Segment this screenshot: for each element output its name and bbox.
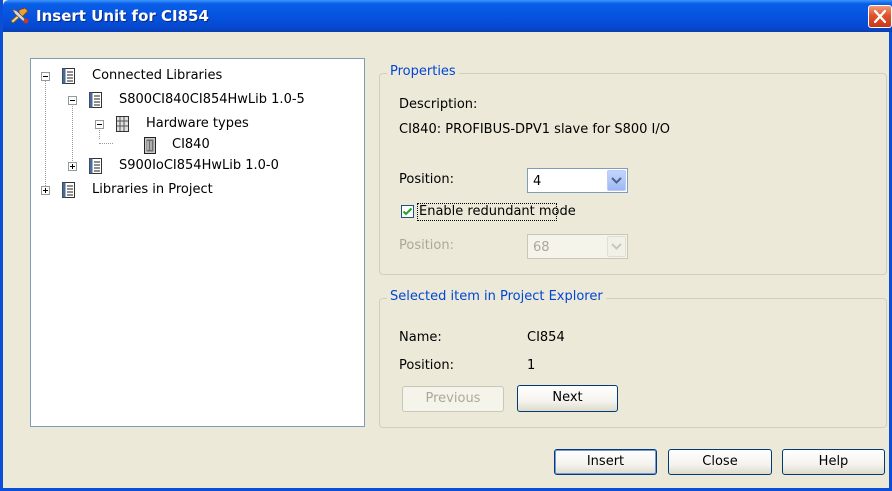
position-select-value: 4 <box>533 174 542 189</box>
tree-item-label: Connected Libraries <box>92 68 223 83</box>
expand-icon[interactable] <box>68 162 77 171</box>
tree-item-ci840[interactable]: CI840 <box>31 136 361 154</box>
tree-item-label: CI840 <box>172 137 210 152</box>
redundant-mode-label[interactable]: Enable redundant mode <box>419 204 576 219</box>
title-bar[interactable]: Insert Unit for CI854 <box>3 0 892 32</box>
collapse-icon[interactable] <box>95 120 104 129</box>
expand-icon[interactable] <box>41 186 50 195</box>
library-tree[interactable]: Connected Libraries S800CI840CI854HwLib … <box>30 58 365 427</box>
redundant-position-select[interactable]: 68 <box>527 234 628 259</box>
properties-legend: Properties <box>387 64 459 79</box>
tree-item-s900-lib[interactable]: S900IoCI854HwLib 1.0-0 <box>31 157 361 175</box>
window-title: Insert Unit for CI854 <box>36 7 209 25</box>
close-icon <box>874 10 886 23</box>
hardware-types-icon <box>116 116 129 132</box>
chevron-down-icon <box>607 236 626 257</box>
selected-position-value: 1 <box>527 358 536 373</box>
position-select[interactable]: 4 <box>527 168 628 193</box>
collapse-icon[interactable] <box>41 72 50 81</box>
tree-item-label: S900IoCI854HwLib 1.0-0 <box>119 158 279 173</box>
selected-item-legend: Selected item in Project Explorer <box>387 289 606 304</box>
insert-unit-dialog: Insert Unit for CI854 Connected Librarie… <box>0 0 892 491</box>
position-label: Position: <box>399 172 454 187</box>
close-button[interactable]: Close <box>668 449 772 475</box>
library-icon <box>89 92 102 108</box>
tree-item-label: Hardware types <box>146 116 249 131</box>
tree-item-label: S800CI840CI854HwLib 1.0-5 <box>119 92 305 107</box>
redundant-mode-checkbox[interactable] <box>401 205 414 218</box>
name-label: Name: <box>399 330 442 345</box>
redundant-position-value: 68 <box>533 240 550 255</box>
previous-button[interactable]: Previous <box>402 386 504 412</box>
tree-item-label: Libraries in Project <box>92 182 213 197</box>
library-icon <box>62 182 75 198</box>
description-label: Description: <box>399 97 478 112</box>
library-icon <box>62 68 75 84</box>
wrench-app-icon <box>9 6 31 26</box>
insert-button[interactable]: Insert <box>554 449 657 475</box>
hardware-unit-icon <box>144 137 156 154</box>
collapse-icon[interactable] <box>68 96 77 105</box>
checkmark-icon <box>402 207 413 216</box>
selected-position-label: Position: <box>399 358 454 373</box>
redundant-position-label: Position: <box>399 238 454 253</box>
help-button[interactable]: Help <box>782 449 885 475</box>
name-value: CI854 <box>527 330 565 345</box>
description-value: CI840: PROFIBUS-DPV1 slave for S800 I/O <box>399 122 671 137</box>
tree-item-s800-lib[interactable]: S800CI840CI854HwLib 1.0-5 <box>31 91 361 109</box>
library-icon <box>89 158 102 174</box>
tree-item-hardware-types[interactable]: Hardware types <box>31 115 361 133</box>
close-window-button[interactable] <box>868 5 892 28</box>
tree-item-connected-libraries[interactable]: Connected Libraries <box>31 67 361 85</box>
next-button[interactable]: Next <box>517 385 618 412</box>
tree-item-libraries-in-project[interactable]: Libraries in Project <box>31 181 361 199</box>
chevron-down-icon[interactable] <box>607 170 626 191</box>
